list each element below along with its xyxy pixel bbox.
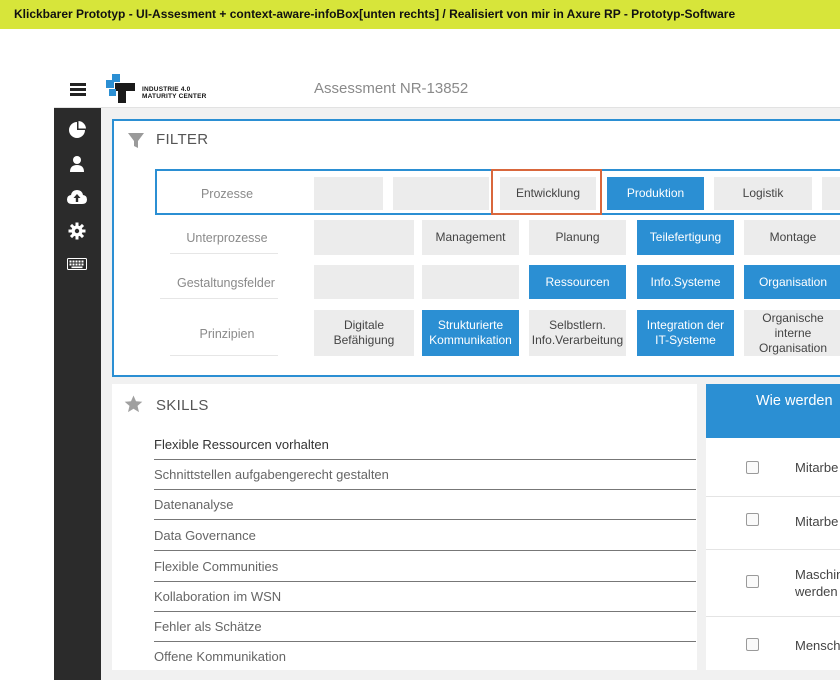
filter-title: FILTER [156, 131, 209, 148]
chip-montage[interactable]: Montage [744, 220, 840, 255]
skills-title: SKILLS [156, 397, 209, 414]
page-title: Assessment NR-13852 [314, 80, 469, 97]
filter-chip[interactable] [314, 265, 414, 299]
gear-icon[interactable] [66, 221, 88, 241]
chip-strukturierte-kommunikation[interactable]: Strukturierte Kommunikation [422, 310, 519, 356]
logo-line2: MATURITY CENTER [142, 93, 207, 100]
chip-selbstlern-info-verarbeitung[interactable]: Selbstlern. Info.Verarbeitung [529, 310, 626, 356]
filter-chip[interactable] [314, 220, 414, 255]
row-divider [160, 298, 278, 299]
info-item: Mitarbe [706, 438, 840, 497]
info-item-text: Maschin werden [795, 567, 840, 599]
info-item: Maschin werden [706, 550, 840, 617]
keyboard-icon[interactable] [66, 254, 88, 274]
info-item-text: Mensch [795, 638, 840, 653]
skill-item[interactable]: Flexible Communities [154, 552, 696, 582]
checkbox[interactable] [746, 638, 759, 651]
user-icon[interactable] [66, 154, 88, 174]
logo: INDUSTRIE 4.0 MATURITY CENTER [106, 74, 216, 106]
info-item-text: Mitarbe [795, 514, 839, 529]
row-divider [170, 355, 278, 356]
skill-item[interactable]: Data Governance [154, 521, 696, 551]
checkbox[interactable] [746, 575, 759, 588]
entwicklung-highlight [491, 169, 602, 215]
chip-integration-it-systeme[interactable]: Integration der IT-Systeme [637, 310, 734, 356]
chip-organisation[interactable]: Organisation [744, 265, 840, 299]
row-label-unterprozesse: Unterprozesse [186, 231, 268, 245]
skill-item[interactable]: Fehler als Schätze [154, 612, 696, 642]
row-divider [170, 253, 278, 254]
cloud-upload-icon[interactable] [66, 187, 88, 207]
chip-planung[interactable]: Planung [529, 220, 626, 255]
skill-item[interactable]: Offene Kommunikation [154, 642, 696, 672]
chip-info-systeme[interactable]: Info.Systeme [637, 265, 734, 299]
caption-banner: Klickbarer Prototyp - UI-Assesment + con… [0, 0, 840, 29]
pie-chart-icon[interactable] [66, 120, 88, 140]
filter-icon [127, 132, 145, 155]
row-label-prinzipien: Prinzipien [199, 327, 255, 341]
chip-teilefertigung[interactable]: Teilefertigung [637, 220, 734, 255]
skill-item[interactable]: Kollaboration im WSN [154, 582, 696, 612]
skill-item[interactable]: Datenanalyse [154, 490, 696, 520]
info-item: Mensch [706, 617, 840, 670]
checkbox[interactable] [746, 513, 759, 526]
menu-icon[interactable] [70, 83, 86, 96]
chip-organische-interne-organisation[interactable]: Organische interne Organisation [744, 310, 840, 356]
skill-item[interactable]: Flexible Ressourcen vorhalten [154, 430, 696, 460]
star-icon [124, 395, 143, 418]
row-label-gestaltungsfelder: Gestaltungsfelder [177, 276, 275, 290]
info-box-title: Wie werden [706, 384, 840, 438]
chip-management[interactable]: Management [422, 220, 519, 255]
chip-ressourcen[interactable]: Ressourcen [529, 265, 626, 299]
chip-digitale-befaehigung[interactable]: Digitale Befähigung [314, 310, 414, 356]
checkbox[interactable] [746, 461, 759, 474]
filter-chip[interactable] [422, 265, 519, 299]
logo-line1: INDUSTRIE 4.0 [142, 86, 191, 93]
info-item: Mitarbe [706, 497, 840, 550]
skill-item[interactable]: Schnittstellen aufgabengerecht gestalten [154, 460, 696, 490]
info-item-text: Mitarbe [795, 460, 839, 475]
